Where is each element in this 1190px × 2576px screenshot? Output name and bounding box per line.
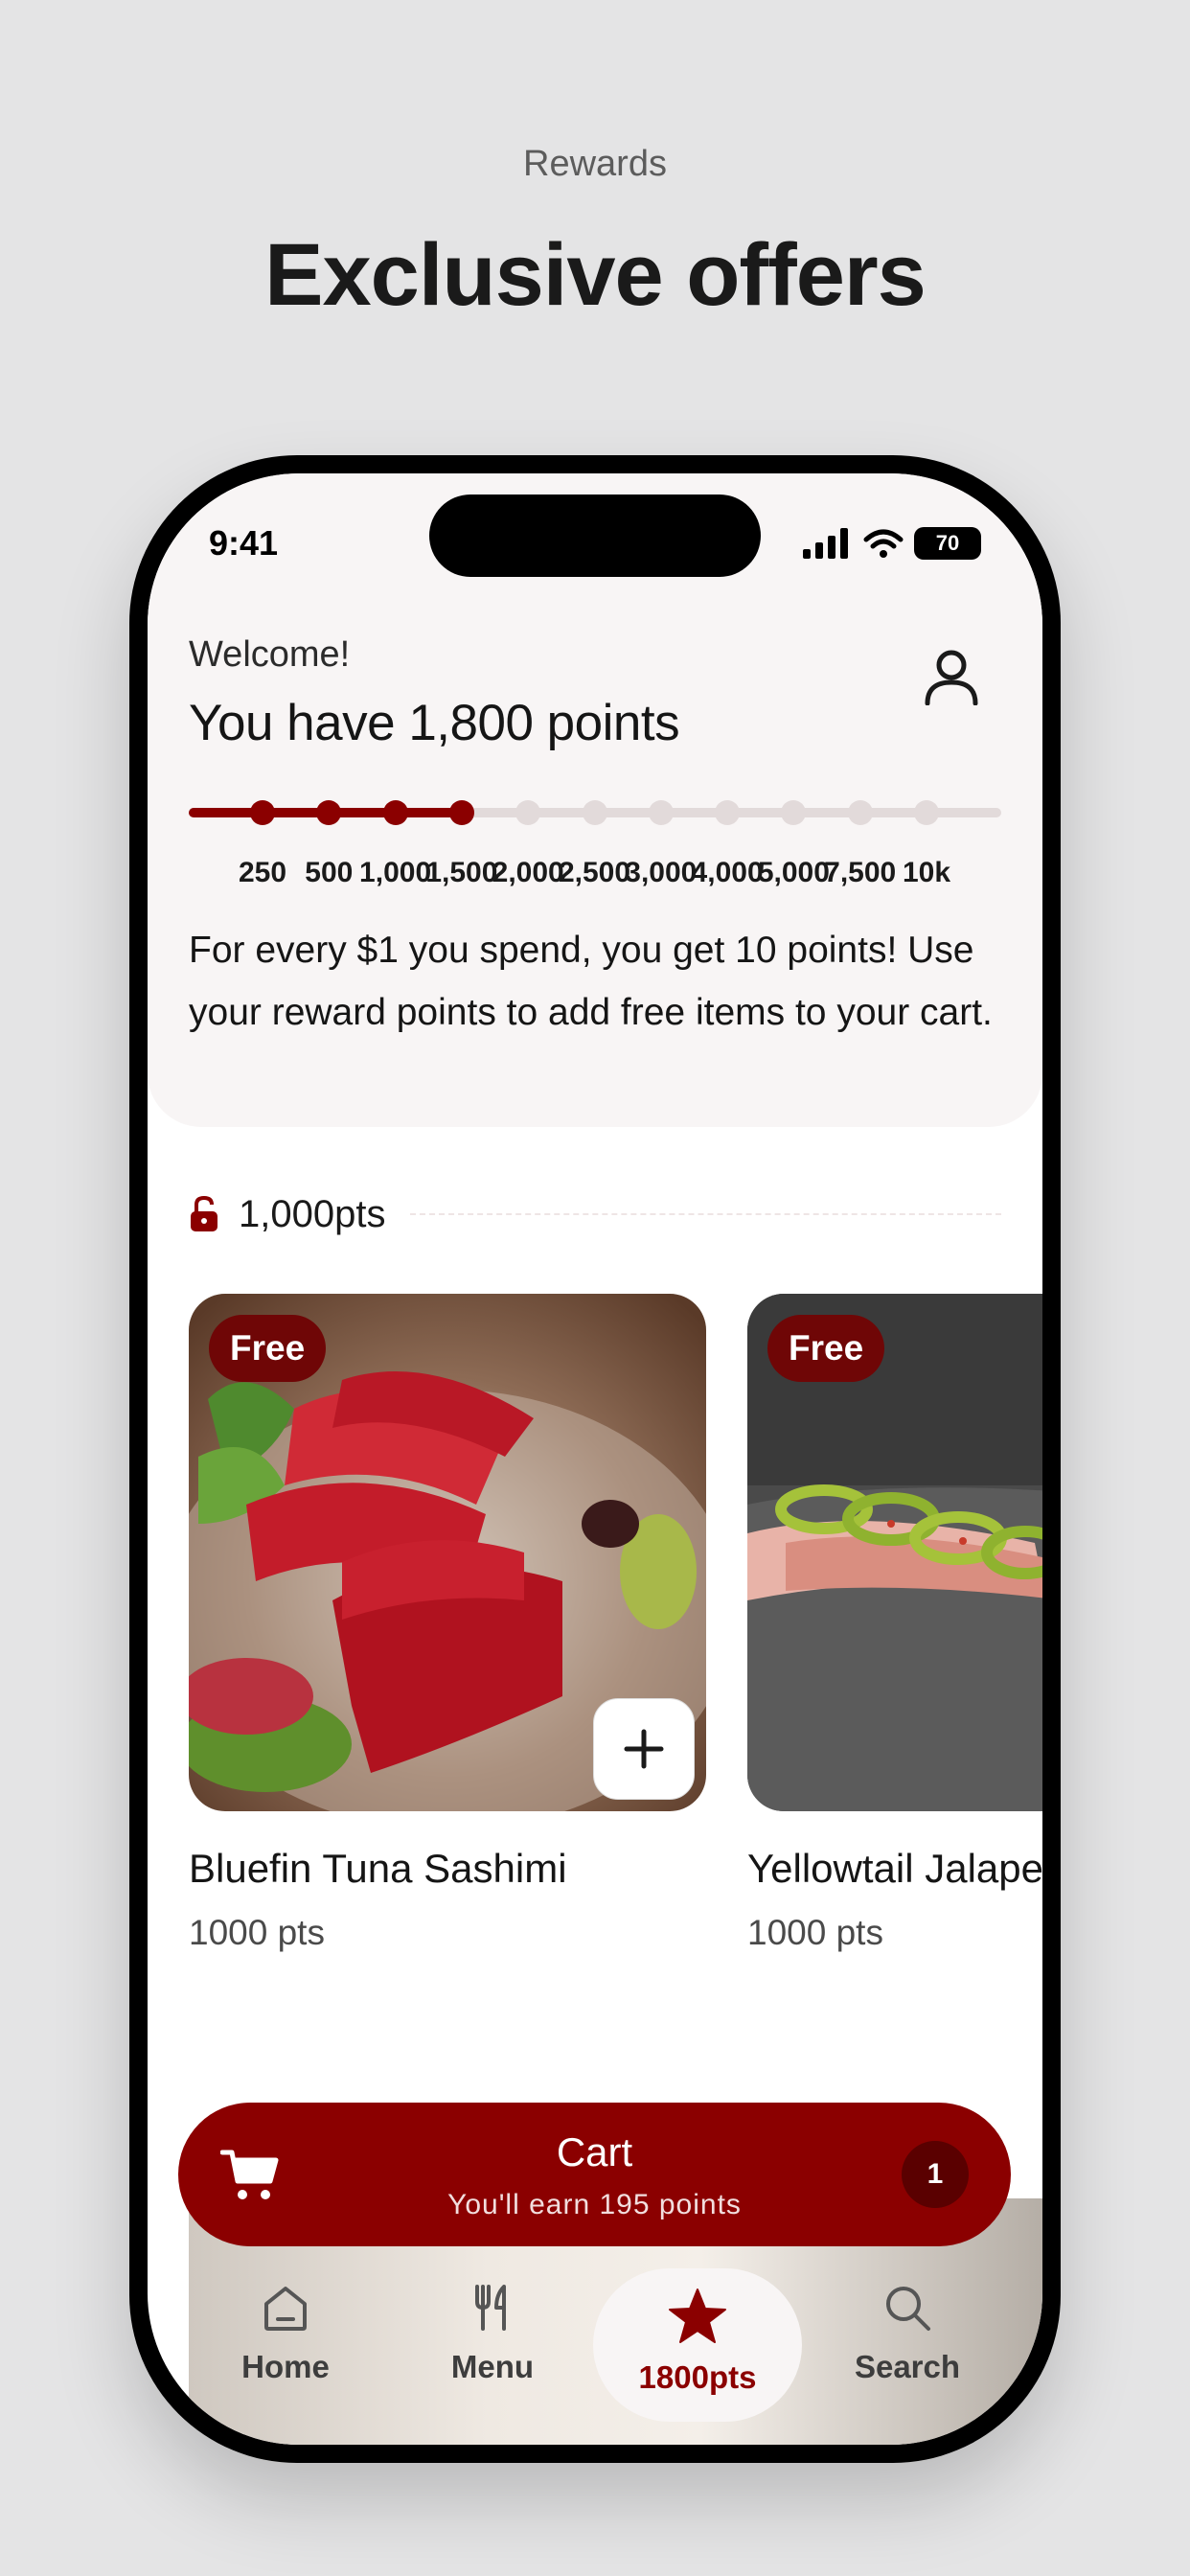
page-eyebrow: Rewards [523,144,667,184]
tier-divider [410,1213,1001,1215]
cart-title: Cart [556,2129,633,2174]
points-balance: You have 1,800 points [189,695,680,751]
phone-screen: 9:41 70 Welcome! You have 1,800 points 2… [148,473,1042,2445]
milestone-label: 250 [238,857,287,888]
plus-icon [624,1729,664,1769]
milestone-dot [914,800,939,825]
search-icon [886,2287,930,2331]
tier-label: 1,000pts [239,1192,386,1235]
item-name: Bluefin Tuna Sashimi [189,1846,567,1891]
milestone-dot [382,800,408,825]
free-badge: Free [767,1315,885,1382]
add-to-cart-button[interactable] [593,1698,695,1800]
milestone-dot [316,800,342,825]
milestone-dot [781,800,807,825]
cart-earn-text: You'll earn 195 points [447,2189,742,2220]
milestone-dot [448,800,474,825]
item-image-tuna[interactable]: Free [189,1294,706,1811]
milestone-label: 2,000 [492,857,564,888]
profile-icon[interactable] [924,648,979,705]
page-title: Exclusive offers [264,226,927,324]
nav-label: 1800pts [638,2359,757,2395]
home-icon [264,2287,307,2331]
nav-rewards[interactable]: 1800pts [593,2268,802,2422]
reward-item-card[interactable]: Free Yellowtail Jalapeño 1000 pts [747,1294,1042,1953]
phone-frame: 9:41 70 Welcome! You have 1,800 points 2… [129,455,1061,2463]
item-points: 1000 pts [747,1913,883,1952]
milestone-dot [847,800,873,825]
milestone-dot [250,800,275,825]
signal-icon [803,528,848,559]
milestone-label: 5,000 [757,857,830,888]
wifi-icon [863,529,904,558]
milestone-dot [648,800,674,825]
cart-count-badge: 1 [902,2141,969,2208]
item-image-yellowtail[interactable]: Free [747,1294,1042,1811]
utensils-icon [475,2285,506,2331]
nav-label: Home [241,2349,330,2384]
points-progress-track [189,800,1001,825]
nav-label: Search [854,2349,961,2384]
battery-indicator: 70 [914,527,981,560]
milestone-label: 500 [305,857,354,888]
status-time: 9:41 [209,523,279,563]
milestone-label: 3,000 [625,857,698,888]
free-badge: Free [209,1315,327,1382]
milestone-label: 1,000 [359,857,432,888]
status-icons: 70 [803,527,981,560]
nav-home[interactable]: Home [190,2281,381,2425]
milestone-label: 1,500 [425,857,498,888]
nav-menu[interactable]: Menu [397,2281,588,2425]
milestone-label: 2,500 [558,857,631,888]
reward-tier-row: 1,000pts [189,1190,1001,1238]
earn-description: For every $1 you spend, you get 10 point… [189,930,993,1033]
item-points: 1000 pts [189,1913,325,1952]
nav-search[interactable]: Search [812,2281,1003,2425]
milestone-dot [582,800,607,825]
reward-item-card[interactable]: Free Bluefin Tuna Sashimi 1000 pts [189,1294,706,1953]
cart-button[interactable]: Cart You'll earn 195 points 1 [178,2103,1011,2246]
nav-label: Menu [450,2349,535,2384]
milestone-label: 4,000 [691,857,764,888]
dynamic-island [429,494,761,577]
star-icon [669,2288,726,2343]
milestone-dot [515,800,541,825]
rewards-header-panel: 9:41 70 Welcome! You have 1,800 points 2… [148,473,1042,1127]
item-name: Yellowtail Jalapeño [747,1846,1042,1891]
milestone-label: 7,500 [824,857,897,888]
unlock-icon [191,1195,217,1231]
welcome-text: Welcome! [189,634,351,675]
milestone-label: 10k [902,857,951,888]
milestone-dot [715,800,741,825]
